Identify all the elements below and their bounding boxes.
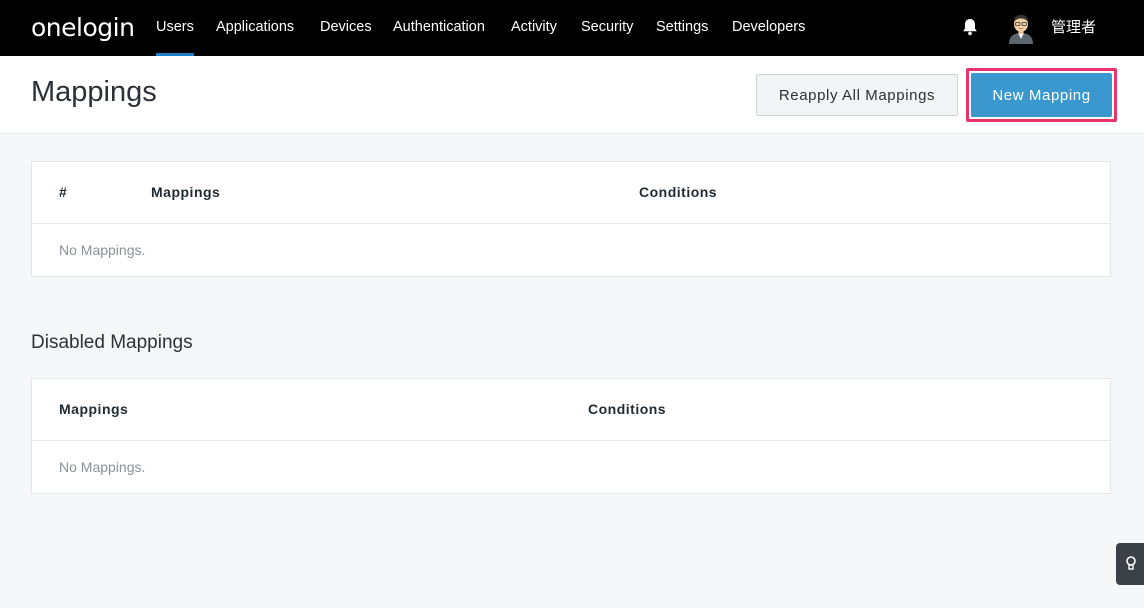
column-header-mappings[interactable]: Mappings [59,379,128,439]
table-row: No Mappings. [32,224,1110,276]
nav-item-developers[interactable]: Developers [732,0,805,56]
reapply-all-mappings-button[interactable]: Reapply All Mappings [756,74,958,116]
avatar[interactable] [1006,12,1036,44]
nav-item-security[interactable]: Security [581,0,633,56]
new-mapping-highlight: New Mapping [966,68,1117,122]
onelogin-logo[interactable]: onelogin [31,13,135,42]
user-avatar-icon [1009,15,1033,44]
disabled-mappings-title: Disabled Mappings [31,332,193,353]
disabled-mappings-table: Mappings Conditions No Mappings. [31,378,1111,494]
column-header-conditions[interactable]: Conditions [639,162,717,222]
nav-item-activity[interactable]: Activity [511,0,557,56]
table-header: # Mappings Conditions [32,162,1110,224]
lightbulb-icon [1126,556,1136,570]
new-mapping-button[interactable]: New Mapping [971,73,1112,117]
page-title: Mappings [31,76,157,108]
nav-item-users[interactable]: Users [156,0,194,56]
user-name[interactable]: 管理者 [1051,0,1096,54]
nav-item-devices[interactable]: Devices [320,0,372,56]
bell-icon[interactable] [961,17,979,37]
column-header-mappings[interactable]: Mappings [151,162,220,222]
mappings-table: # Mappings Conditions No Mappings. [31,161,1111,277]
help-tab[interactable] [1116,543,1144,585]
table-row: No Mappings. [32,441,1110,493]
table-header: Mappings Conditions [32,379,1110,441]
nav-item-applications[interactable]: Applications [216,0,294,56]
column-header-number[interactable]: # [59,162,67,222]
page-header: Mappings Reapply All Mappings New Mappin… [0,56,1144,134]
nav-item-settings[interactable]: Settings [656,0,708,56]
top-nav: onelogin Users Applications Devices Auth… [0,0,1144,56]
empty-state-text: No Mappings. [59,459,146,475]
column-header-conditions[interactable]: Conditions [588,379,666,439]
empty-state-text: No Mappings. [59,242,146,258]
nav-item-authentication[interactable]: Authentication [393,0,485,56]
